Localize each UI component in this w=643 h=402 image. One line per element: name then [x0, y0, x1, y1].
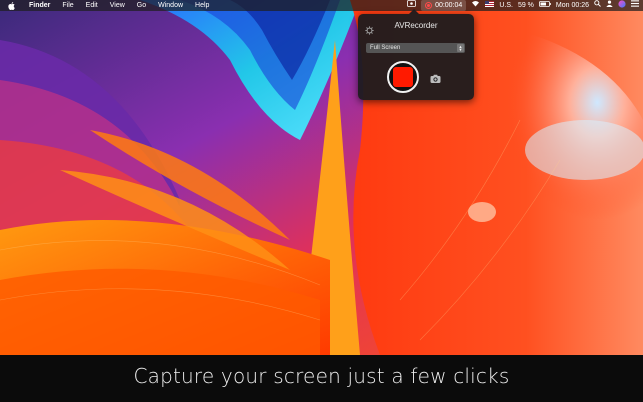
siri-icon[interactable]	[618, 0, 626, 12]
record-status-icon	[425, 2, 433, 9]
desktop: Finder File Edit View Go Window Help 00:…	[0, 0, 643, 355]
capture-mode-value: Full Screen	[370, 45, 401, 51]
camera-icon[interactable]	[430, 71, 441, 83]
user-icon[interactable]	[606, 0, 613, 11]
record-stop-icon	[393, 67, 413, 87]
menu-go[interactable]: Go	[131, 0, 152, 11]
menu-file[interactable]: File	[56, 0, 79, 11]
flag-icon[interactable]	[485, 0, 495, 11]
wifi-icon[interactable]	[471, 0, 480, 11]
menu-view[interactable]: View	[104, 0, 131, 11]
wallpaper	[0, 0, 643, 355]
capture-mode-select[interactable]: Full Screen ▲ ▼	[366, 43, 465, 53]
search-icon[interactable]	[594, 0, 601, 11]
promo-caption: Capture your screen just a few clicks	[133, 364, 510, 388]
menu-help[interactable]: Help	[189, 0, 215, 11]
chevron-updown-icon: ▲ ▼	[457, 44, 464, 52]
menu-bar: Finder File Edit View Go Window Help 00:…	[0, 0, 643, 11]
battery-icon[interactable]	[539, 0, 551, 11]
clock[interactable]: Mon 00:26	[556, 0, 589, 11]
recording-time: 00:00:04	[435, 2, 463, 9]
avrecorder-popover: AVRecorder Full Screen ▲ ▼	[358, 9, 474, 100]
caption-bar: Capture your screen just a few clicks	[0, 355, 643, 402]
menu-window[interactable]: Window	[152, 0, 189, 11]
menu-edit[interactable]: Edit	[80, 0, 104, 11]
menu-app-name[interactable]: Finder	[23, 0, 56, 11]
record-button[interactable]	[387, 61, 419, 93]
battery-percent[interactable]: 59 %	[518, 0, 534, 11]
recording-status[interactable]: 00:00:04	[421, 0, 467, 11]
notification-center-icon[interactable]	[631, 0, 639, 11]
input-source[interactable]: U.S.	[499, 0, 513, 11]
apple-icon[interactable]	[0, 1, 23, 10]
popover-title: AVRecorder	[394, 21, 438, 30]
